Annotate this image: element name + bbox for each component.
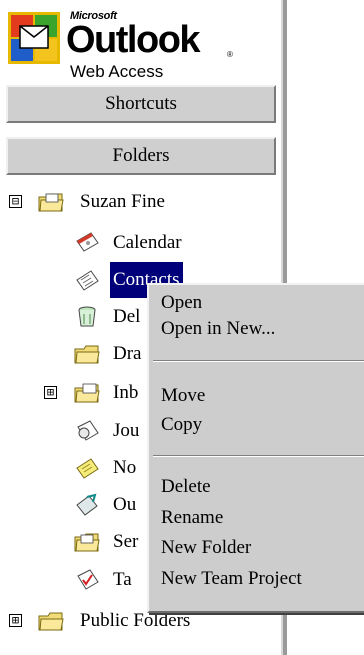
tree-item-label: Jou: [113, 420, 140, 441]
outlook-wordmark: Outlook: [66, 19, 201, 61]
menu-item-rename[interactable]: Rename: [161, 506, 223, 530]
collapse-icon[interactable]: ⊟: [9, 195, 22, 208]
outlook-web-access-logo: Microsoft Outlook ® Web Access: [8, 6, 238, 84]
tasks-icon: [77, 569, 99, 590]
menu-item-new-folder[interactable]: New Folder: [161, 536, 251, 560]
contacts-icon: [76, 270, 99, 291]
deleted-items-icon: [78, 306, 96, 327]
tree-item-label: Calendar: [113, 232, 182, 253]
expand-icon[interactable]: ⊞: [9, 614, 22, 627]
drafts-folder-icon: [74, 345, 100, 364]
expand-icon[interactable]: ⊞: [44, 386, 57, 399]
menu-item-copy[interactable]: Copy: [161, 413, 202, 437]
menu-item-new-team-project[interactable]: New Team Project: [161, 567, 302, 591]
notes-icon: [76, 458, 99, 479]
sent-items-icon: [74, 533, 100, 552]
folders-button[interactable]: Folders: [6, 137, 276, 175]
public-folders-icon: [38, 612, 64, 631]
tree-item-label: No: [113, 457, 137, 478]
menu-item-open[interactable]: Open: [161, 291, 202, 315]
tree-item-calendar[interactable]: Calendar: [0, 225, 280, 261]
tree-item-label: Del: [113, 306, 141, 327]
tree-root-label: Suzan Fine: [80, 191, 165, 212]
trademark-symbol: ®: [227, 50, 233, 59]
tree-item-label: Inb: [113, 382, 139, 403]
menu-separator: [153, 455, 364, 457]
menu-item-move[interactable]: Move: [161, 384, 205, 408]
calendar-icon: [76, 232, 99, 252]
menu-item-delete[interactable]: Delete: [161, 475, 211, 499]
journal-icon: [77, 420, 99, 441]
tree-item-label: Ta: [113, 569, 132, 590]
outlook-logo-icon: [8, 12, 60, 64]
tree-item-label: Ou: [113, 494, 137, 515]
menu-separator: [153, 360, 364, 362]
shortcuts-button[interactable]: Shortcuts: [6, 85, 276, 123]
inbox-icon: [74, 383, 100, 403]
context-menu: Open Open in New... Move Copy Delete Ren…: [147, 283, 364, 613]
outbox-icon: [76, 493, 98, 516]
tree-item-label: Ser: [113, 531, 139, 552]
mailbox-folder-icon: [38, 193, 64, 212]
web-access-subtitle: Web Access: [70, 62, 164, 81]
tree-item-label: Dra: [113, 343, 142, 364]
tree-root-suzan-fine[interactable]: ⊟ Suzan Fine: [0, 184, 280, 220]
menu-item-open-in-new[interactable]: Open in New...: [161, 317, 275, 341]
